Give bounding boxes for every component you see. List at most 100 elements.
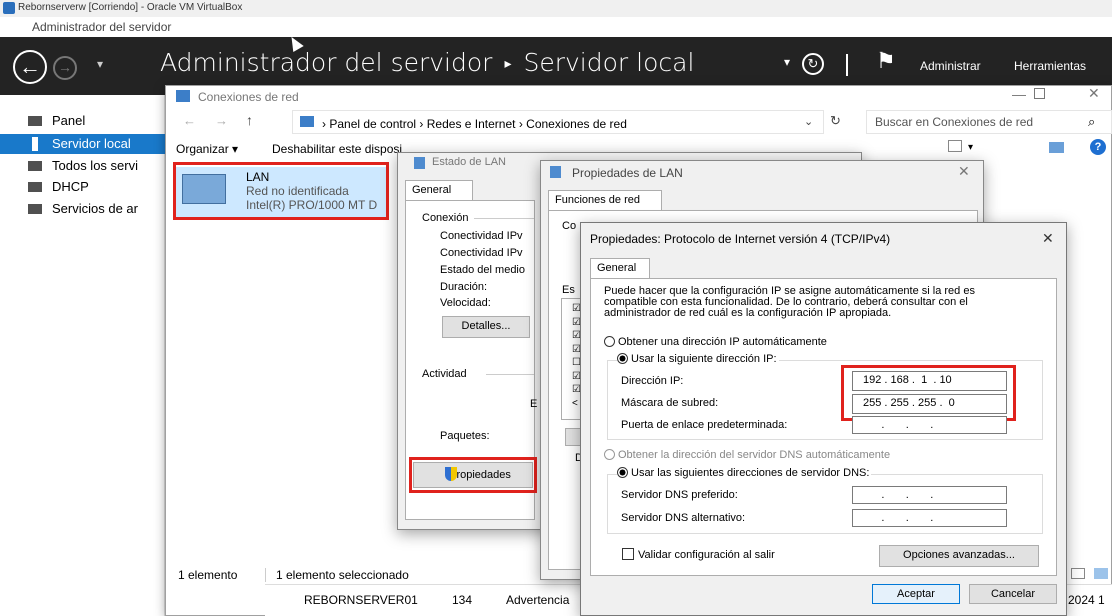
dropdown-icon[interactable]: ▾ xyxy=(784,55,790,69)
alternate-dns-input[interactable]: . . . xyxy=(852,509,1007,527)
file-services-icon xyxy=(28,204,42,214)
highlight-box xyxy=(841,365,1016,421)
ipv4-dialog-title: Propiedades: Protocolo de Internet versi… xyxy=(590,232,891,246)
tab-general[interactable]: General xyxy=(405,180,473,200)
manual-dns-label: Usar las siguientes direcciones de servi… xyxy=(631,467,870,479)
flag-icon[interactable]: ⚑ xyxy=(876,48,896,74)
divider xyxy=(265,568,266,582)
dhcp-icon xyxy=(28,182,42,192)
close-icon[interactable]: ✕ xyxy=(1088,85,1100,102)
back-arrow-icon[interactable]: ← xyxy=(13,50,47,84)
view-options-icon[interactable] xyxy=(948,140,962,152)
maximize-icon[interactable] xyxy=(1034,88,1045,99)
tab-networking[interactable]: Funciones de red xyxy=(548,190,662,210)
auto-ip-radio[interactable]: Obtener una dirección IP automáticamente xyxy=(604,336,827,348)
manual-ip-radio[interactable]: Usar la siguiente dirección IP: xyxy=(617,353,779,365)
radio-icon xyxy=(617,467,628,478)
event-server: REBORNSERVER01 xyxy=(304,593,418,607)
address-segment[interactable]: Conexiones de red xyxy=(526,117,627,131)
address-segment[interactable]: Redes e Internet xyxy=(427,117,516,131)
auto-dns-radio[interactable]: Obtener la dirección del servidor DNS au… xyxy=(604,449,890,461)
refresh-icon[interactable]: ↻ xyxy=(830,113,841,129)
sidebar-item-local-server[interactable]: Servidor local xyxy=(0,134,165,154)
address-path: › Panel de control › Redes e Internet › … xyxy=(322,117,627,131)
event-level: Advertencia xyxy=(506,593,570,607)
sidebar-item-all-servers[interactable]: Todos los servi xyxy=(0,156,165,176)
preferred-dns-input[interactable]: . . . xyxy=(852,486,1007,504)
large-icons-view-icon[interactable] xyxy=(1094,568,1108,579)
adapter-device: Intel(R) PRO/1000 MT D xyxy=(246,198,378,212)
cancel-button[interactable]: Cancelar xyxy=(969,584,1057,604)
ipv4-description: Puede hacer que la configuración IP se a… xyxy=(604,285,975,319)
up-icon[interactable]: ↑ xyxy=(246,112,253,128)
ipv4-connectivity-label: Conectividad IPv xyxy=(440,230,523,242)
validate-checkbox[interactable]: Validar configuración al salir xyxy=(622,548,775,561)
media-state-label: Estado del medio xyxy=(440,264,525,276)
checkbox-icon xyxy=(622,548,634,560)
minimize-icon[interactable]: — xyxy=(1012,86,1026,102)
sidebar-item-dhcp[interactable]: DHCP xyxy=(0,177,165,197)
forward-arrow-icon[interactable]: → xyxy=(53,56,77,80)
address-dropdown-icon[interactable]: ⌄ xyxy=(804,115,813,128)
ok-button[interactable]: Aceptar xyxy=(872,584,960,604)
organize-button[interactable]: Organizar ▾ xyxy=(176,142,238,156)
divider xyxy=(846,54,848,76)
manual-ip-label: Usar la siguiente dirección IP: xyxy=(631,353,777,365)
gateway-label: Puerta de enlace predeterminada: xyxy=(621,419,788,431)
subnet-mask-label: Máscara de subred: xyxy=(621,397,719,409)
highlight-box xyxy=(409,457,537,493)
close-icon[interactable]: ✕ xyxy=(1042,230,1054,247)
sidebar-item-label: Panel xyxy=(52,113,86,128)
network-adapter-icon xyxy=(182,174,226,204)
breadcrumb-current: Servidor local xyxy=(523,48,695,77)
connection-section-label: Conexión xyxy=(422,212,469,224)
event-date: 2024 1 xyxy=(1068,593,1105,607)
virtualbox-icon xyxy=(3,2,15,14)
search-input[interactable]: Buscar en Conexiones de red xyxy=(866,110,1112,134)
details-view-icon[interactable] xyxy=(1071,568,1085,579)
advanced-options-button[interactable]: Opciones avanzadas... xyxy=(879,545,1039,567)
address-segment[interactable]: Panel de control xyxy=(329,117,416,131)
breadcrumb: Administrador del servidor ▸ Servidor loca… xyxy=(160,48,694,77)
manage-menu[interactable]: Administrar xyxy=(920,59,981,73)
validate-label: Validar configuración al salir xyxy=(638,549,775,561)
search-icon: ⌕ xyxy=(1088,114,1096,129)
gateway-input[interactable]: . . . xyxy=(852,416,1007,434)
breadcrumb-root[interactable]: Administrador del servidor xyxy=(160,48,492,77)
sidebar-item-panel[interactable]: Panel xyxy=(0,111,165,131)
lan-status-title: Estado de LAN xyxy=(432,156,506,168)
details-button[interactable]: Detalles... xyxy=(442,316,530,338)
tab-general[interactable]: General xyxy=(590,258,650,278)
lan-properties-title: Propiedades de LAN xyxy=(572,166,683,180)
radio-icon xyxy=(604,336,615,347)
event-id: 134 xyxy=(452,593,473,607)
servers-icon xyxy=(28,161,42,171)
preview-pane-icon[interactable] xyxy=(1049,142,1064,153)
forward-icon[interactable]: → xyxy=(215,113,228,128)
divider xyxy=(486,374,534,375)
close-icon[interactable]: ✕ xyxy=(958,163,970,180)
network-folder-icon xyxy=(176,90,190,102)
history-dropdown-icon[interactable]: ▾ xyxy=(97,57,103,71)
activity-section-label: Actividad xyxy=(422,368,467,380)
sent-label: E xyxy=(530,398,538,410)
tools-menu[interactable]: Herramientas xyxy=(1014,59,1086,73)
disable-device-button[interactable]: Deshabilitar este dispositivo de red xyxy=(272,142,402,156)
sidebar-item-file-services[interactable]: Servicios de ar xyxy=(0,199,165,219)
duration-label: Duración: xyxy=(440,281,488,293)
scroll-left-icon[interactable]: < xyxy=(572,398,578,409)
preferred-dns-label: Servidor DNS preferido: xyxy=(621,489,738,501)
sidebar-item-label: Servicios de ar xyxy=(52,201,138,216)
network-connections-title: Conexiones de red xyxy=(198,90,299,104)
sidebar-item-label: DHCP xyxy=(52,179,89,194)
auto-ip-label: Obtener una dirección IP automáticamente xyxy=(618,336,827,348)
manual-dns-radio[interactable]: Usar las siguientes direcciones de servi… xyxy=(617,467,872,479)
back-icon[interactable]: ← xyxy=(183,113,196,128)
help-icon[interactable]: ? xyxy=(1090,139,1106,155)
control-panel-icon xyxy=(300,116,314,127)
adapter-status: Red no identificada xyxy=(246,184,349,198)
adapter-name: LAN xyxy=(246,170,270,184)
ipv6-connectivity-label: Conectividad IPv xyxy=(440,247,523,259)
refresh-icon[interactable]: ↻ xyxy=(802,53,824,75)
view-dropdown-icon[interactable]: ▾ xyxy=(968,142,973,153)
